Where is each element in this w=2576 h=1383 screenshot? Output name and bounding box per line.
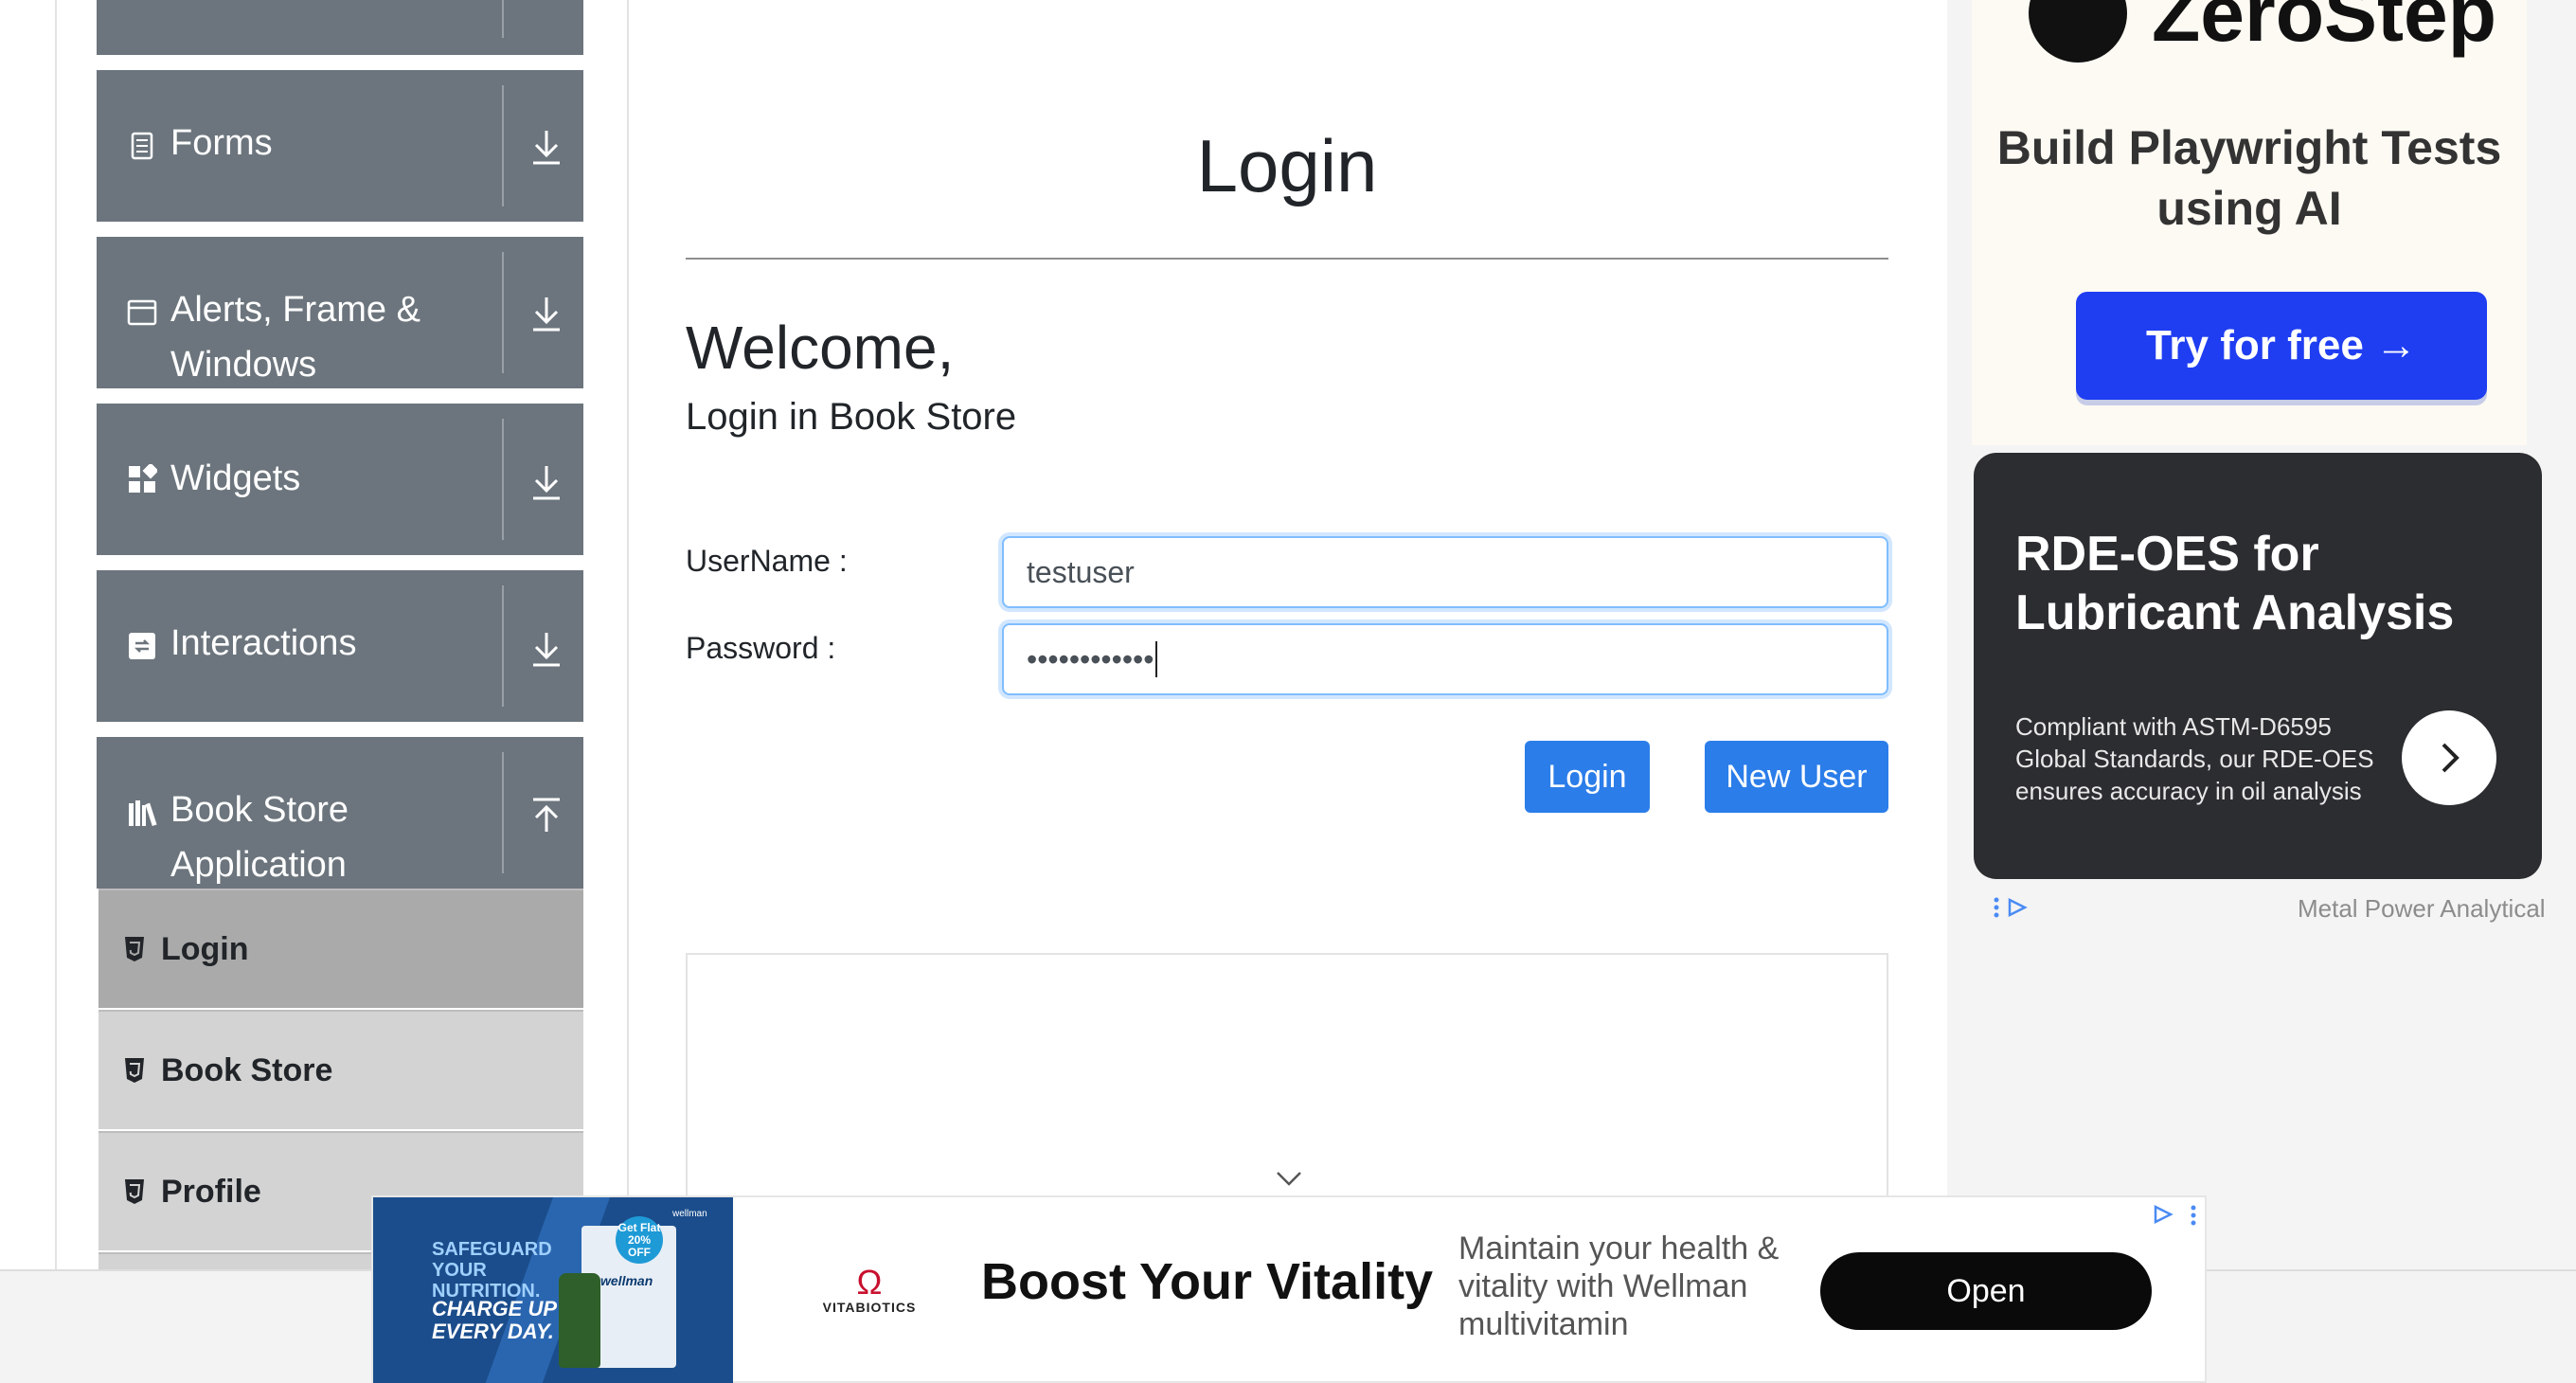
chevron-down-icon[interactable] xyxy=(528,127,564,167)
omega-icon: Ω xyxy=(856,1263,883,1302)
discount-badge: Get Flat 20% OFF xyxy=(616,1216,663,1264)
password-value: •••••••••••• xyxy=(1027,641,1154,676)
form-icon xyxy=(131,132,153,160)
html5-icon xyxy=(125,937,144,961)
chevron-right-icon xyxy=(2442,743,2460,773)
widgets-icon xyxy=(129,464,157,493)
welcome-heading: Welcome, xyxy=(686,314,955,382)
html5-icon xyxy=(125,1058,144,1083)
group-divider xyxy=(502,752,504,873)
sidebar-group-label: Widgets xyxy=(170,458,301,498)
page: Forms Alerts, Frame & Windows Widgets In… xyxy=(0,0,2576,1383)
product-box-brand: wellman xyxy=(600,1273,653,1288)
adchoices-icon[interactable] xyxy=(1991,894,2029,923)
chevron-down-icon[interactable] xyxy=(528,294,564,333)
rde-body: Compliant with ASTM-D6595 Global Standar… xyxy=(2015,712,2374,805)
group-divider xyxy=(502,0,504,38)
image-corner-brand: wellman xyxy=(672,1209,707,1219)
username-label: UserName : xyxy=(686,544,848,578)
sidebar-group-label: Book Store Application xyxy=(170,790,349,885)
zerostep-ad[interactable]: ZeroStep Build Playwright Tests using AI… xyxy=(1972,0,2527,445)
sidebar-item-label: Login xyxy=(161,930,249,967)
image-headline: SAFEGUARD YOUR NUTRITION. xyxy=(432,1239,552,1302)
interactions-icon xyxy=(129,633,155,659)
zerostep-logo: ZeroStep xyxy=(2029,0,2496,63)
page-title: Login xyxy=(1196,124,1378,207)
password-field[interactable]: •••••••••••• xyxy=(1002,623,1888,695)
group-divider xyxy=(502,85,504,207)
output-box xyxy=(686,953,1888,1237)
sidebar-item-book-store[interactable]: Book Store xyxy=(98,1010,583,1129)
brand-name: VITABIOTICS xyxy=(822,1300,917,1315)
sidebar: Forms Alerts, Frame & Windows Widgets In… xyxy=(55,0,629,1383)
open-button[interactable]: Open xyxy=(1820,1252,2152,1330)
chevron-down-icon[interactable] xyxy=(528,462,564,502)
ad-advertiser: Metal Power Analytical xyxy=(2298,894,2546,923)
text-caret xyxy=(1155,641,1158,677)
sidebar-item-label: Profile xyxy=(161,1173,261,1210)
username-field[interactable]: testuser xyxy=(1002,536,1888,608)
sidebar-group-alerts[interactable]: Alerts, Frame & Windows xyxy=(97,237,583,388)
zerostep-headline: Build Playwright Tests using AI xyxy=(1996,121,2502,235)
sidebar-group-label: Alerts, Frame & Windows xyxy=(170,290,420,385)
ad-next-button[interactable] xyxy=(2402,710,2496,805)
html5-icon xyxy=(125,1179,144,1204)
sidebar-group-forms[interactable]: Forms xyxy=(97,70,583,222)
sidebar-group-widgets[interactable]: Widgets xyxy=(97,404,583,555)
sidebar-group-label: Forms xyxy=(170,123,273,163)
login-button[interactable]: Login xyxy=(1525,741,1650,813)
window-icon xyxy=(127,299,157,326)
sidebar-group-label: Interactions xyxy=(170,623,357,663)
sidebar-group-collapsed[interactable] xyxy=(97,0,583,55)
password-label: Password : xyxy=(686,631,836,665)
library-icon xyxy=(129,800,157,827)
zerostep-logo-icon xyxy=(2029,0,2127,63)
try-for-free-button[interactable]: Try for free → xyxy=(2076,292,2487,400)
image-tagline: CHARGE UP EVERY DAY. xyxy=(432,1297,557,1343)
group-divider xyxy=(502,252,504,373)
group-divider xyxy=(502,585,504,707)
title-divider xyxy=(686,258,1888,260)
adchoices-icon[interactable] xyxy=(2150,1203,2203,1228)
rde-oes-ad[interactable]: RDE-OES for Lubricant Analysis Compliant… xyxy=(1974,453,2542,879)
product-bottle xyxy=(559,1273,600,1368)
vitabiotics-logo: Ω VITABIOTICS xyxy=(813,1263,926,1316)
login-subtitle: Login in Book Store xyxy=(686,396,1017,438)
chevron-down-icon[interactable] xyxy=(1275,1169,1303,1188)
ad-headline: Boost Your Vitality xyxy=(981,1253,1434,1310)
sidebar-item-label: Book Store xyxy=(161,1051,333,1088)
sidebar-group-book-store[interactable]: Book Store Application xyxy=(97,737,583,889)
zerostep-brand: ZeroStep xyxy=(2152,0,2497,58)
rde-headline: RDE-OES for Lubricant Analysis xyxy=(2015,527,2455,640)
sidebar-item-login[interactable]: Login xyxy=(98,889,583,1008)
chevron-up-icon[interactable] xyxy=(528,796,564,835)
chevron-down-icon[interactable] xyxy=(528,629,564,669)
wellman-ad[interactable]: SAFEGUARD YOUR NUTRITION. CHARGE UP EVER… xyxy=(371,1195,2207,1383)
username-value: testuser xyxy=(1027,554,1135,589)
group-divider xyxy=(502,419,504,540)
ad-column: ZeroStep Build Playwright Tests using AI… xyxy=(1947,0,2576,1269)
new-user-button[interactable]: New User xyxy=(1705,741,1888,813)
sidebar-group-interactions[interactable]: Interactions xyxy=(97,570,583,722)
ad-text: Maintain your health & vitality with Wel… xyxy=(1458,1230,1780,1342)
wellman-product-image: SAFEGUARD YOUR NUTRITION. CHARGE UP EVER… xyxy=(373,1197,733,1383)
